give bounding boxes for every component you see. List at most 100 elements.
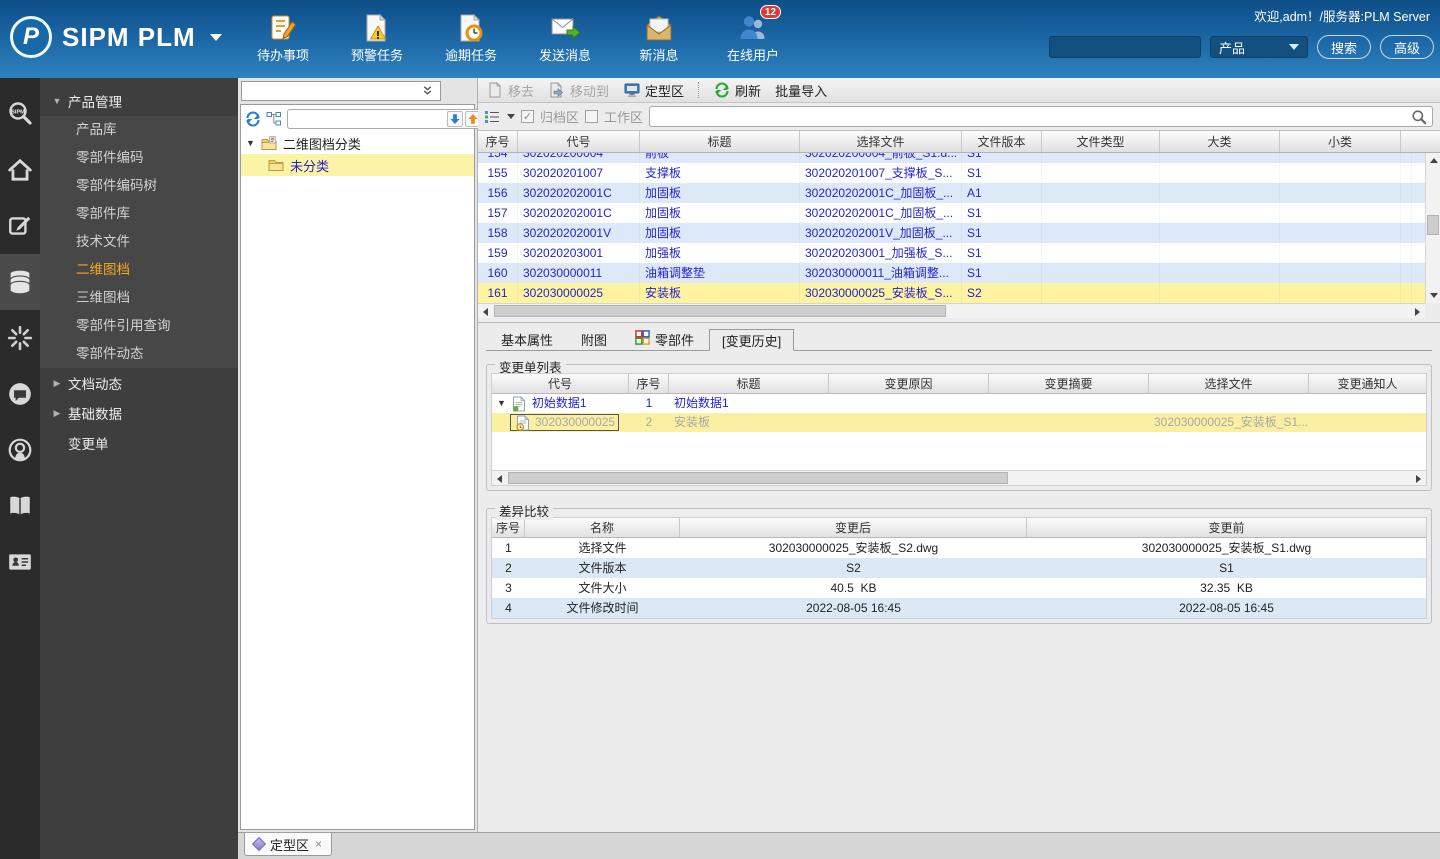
tree-node-root[interactable]: ▼ 二维图档分类 [241, 132, 474, 154]
advanced-search-button[interactable]: 高级 [1379, 35, 1434, 59]
sipm-search-icon[interactable]: SIPM [0, 86, 40, 142]
diff-row-4[interactable]: 4 文件修改时间 2022-08-05 16:45 2022-08-05 16:45 [492, 598, 1426, 618]
change-col-变更通知人[interactable]: 变更通知人 [1309, 374, 1426, 393]
sidebar-item-三维图档[interactable]: 三维图档 [40, 284, 238, 312]
tree-refresh-icon[interactable] [245, 110, 261, 128]
header-tool-alert-task[interactable]: 预警任务 [337, 9, 417, 64]
sidebar-item-二维图档[interactable]: 二维图档 [40, 256, 238, 284]
horizontal-scroll-thumb[interactable] [494, 305, 946, 317]
change-scroll-left-button[interactable] [492, 471, 507, 486]
change-col-选择文件[interactable]: 选择文件 [1149, 374, 1309, 393]
file-col-标题[interactable]: 标题 [640, 131, 800, 152]
finalized-zone-tab[interactable]: 定型区 × [244, 833, 333, 856]
move-to-button[interactable]: 移动到 [548, 81, 609, 100]
diff-col-变更前[interactable]: 变更前 [1027, 518, 1426, 537]
global-search-input[interactable] [1048, 36, 1201, 58]
header-tool-overdue-task[interactable]: 逾期任务 [431, 9, 511, 64]
file-row-159[interactable]: 159 302020203001 加强板 302020203001_加强板_S... S… [478, 243, 1425, 263]
home-icon[interactable] [0, 142, 40, 198]
diff-row-2[interactable]: 2 文件版本 S2 S1 [492, 558, 1426, 578]
scroll-left-button[interactable] [478, 304, 493, 319]
chat-icon[interactable] [0, 366, 40, 422]
tree-structure-icon[interactable] [266, 110, 282, 128]
change-scroll-thumb[interactable] [508, 472, 1008, 484]
refresh-button[interactable]: 刷新 [713, 81, 761, 100]
diff-row-1[interactable]: 1 选择文件 302030000025_安装板_S2.dwg 302030000025… [492, 538, 1426, 558]
sidebar-item-技术文件[interactable]: 技术文件 [40, 228, 238, 256]
header-tool-send-message[interactable]: 发送消息 [525, 9, 605, 64]
file-row-154[interactable]: 154 302020200004 前板 302020200004_前板_S1.d...… [478, 153, 1425, 163]
file-row-161[interactable]: 161 302030000025 安装板 302030000025_安装板_S... S… [478, 283, 1425, 303]
tree-combo-select[interactable] [241, 80, 441, 101]
compose-icon[interactable] [0, 198, 40, 254]
book-icon[interactable] [0, 478, 40, 534]
contact-icon[interactable] [0, 422, 40, 478]
header-tool-new-message[interactable]: 新消息 [619, 9, 699, 64]
change-col-变更摘要[interactable]: 变更摘要 [989, 374, 1149, 393]
horizontal-scrollbar[interactable] [478, 303, 1425, 318]
header-tool-todo[interactable]: 待办事项 [243, 9, 323, 64]
scroll-up-button[interactable] [1426, 153, 1440, 168]
change-col-标题[interactable]: 标题 [669, 374, 829, 393]
file-col-文件版本[interactable]: 文件版本 [962, 131, 1042, 152]
sidebar-item-零部件编码树[interactable]: 零部件编码树 [40, 172, 238, 200]
logo-area[interactable]: P SIPM PLM [10, 16, 222, 58]
file-row-155[interactable]: 155 302020201007 支撑板 302020201007_支撑板_S... S… [478, 163, 1425, 183]
tab-附图[interactable]: 附图 [568, 328, 620, 350]
sidebar-item-零部件引用查询[interactable]: 零部件引用查询 [40, 312, 238, 340]
file-col-选择文件[interactable]: 选择文件 [800, 131, 962, 152]
focused-cell[interactable]: 302030000025 [510, 414, 620, 431]
idcard-icon[interactable] [0, 534, 40, 590]
remove-button[interactable]: 移去 [486, 81, 534, 100]
search-down-icon[interactable] [447, 110, 463, 127]
menu-group-文档动态[interactable]: ▶ 文档动态 [40, 368, 238, 398]
app-menu-caret-icon[interactable] [209, 33, 222, 41]
menu-group-变更单[interactable]: 变更单 [40, 428, 238, 458]
file-col-大类[interactable]: 大类 [1160, 131, 1280, 152]
file-col-文件类型[interactable]: 文件类型 [1042, 131, 1160, 152]
list-view-caret-icon[interactable] [507, 114, 515, 119]
vertical-scrollbar[interactable] [1425, 153, 1440, 303]
change-list-hscrollbar[interactable] [492, 470, 1426, 485]
change-scroll-right-button[interactable] [1411, 471, 1426, 486]
file-filter-input[interactable] [654, 109, 1410, 124]
tab-零部件[interactable]: 零部件 [622, 328, 707, 350]
archived-checkbox[interactable]: ✓ [521, 110, 534, 123]
diff-col-序号[interactable]: 序号 [492, 518, 525, 537]
close-icon[interactable]: × [315, 837, 322, 851]
diff-row-3[interactable]: 3 文件大小 40.5 KB 32.35 KB [492, 578, 1426, 598]
change-row-2[interactable]: 302030000025 2 安装板 302030000025_安装板_S1... [492, 413, 1426, 432]
file-row-160[interactable]: 160 302030000011 油箱调整垫 302030000011_油箱调整...… [478, 263, 1425, 283]
tab-变更历史[interactable]: [变更历史] [709, 329, 795, 351]
sidebar-item-产品库[interactable]: 产品库 [40, 116, 238, 144]
scroll-down-button[interactable] [1426, 288, 1440, 303]
search-button[interactable]: 搜索 [1316, 35, 1371, 59]
change-col-代号[interactable]: 代号 [492, 374, 629, 393]
tab-基本属性[interactable]: 基本属性 [488, 328, 566, 350]
file-col-小类[interactable]: 小类 [1280, 131, 1401, 152]
vertical-scroll-thumb[interactable] [1427, 215, 1439, 235]
file-row-157[interactable]: 157 302020202001C 加固板 302020202001C_加固板_...… [478, 203, 1425, 223]
change-col-变更原因[interactable]: 变更原因 [829, 374, 989, 393]
workspace-checkbox[interactable] [585, 110, 599, 123]
sidebar-item-零部件动态[interactable]: 零部件动态 [40, 340, 238, 368]
tree-search-input[interactable] [290, 111, 445, 126]
sidebar-item-零部件库[interactable]: 零部件库 [40, 200, 238, 228]
spinner-icon[interactable] [0, 310, 40, 366]
tree-expand-caret-icon[interactable]: ▼ [246, 138, 255, 148]
search-icon[interactable] [1410, 108, 1428, 126]
file-row-158[interactable]: 158 302020202001V 加固板 302020202001V_加固板_...… [478, 223, 1425, 243]
tree-node-unclassified[interactable]: 未分类 [241, 154, 474, 176]
list-view-icon[interactable] [483, 108, 501, 126]
menu-group-产品管理[interactable]: ▼ 产品管理 [40, 86, 238, 116]
scroll-right-button[interactable] [1410, 304, 1425, 319]
file-col-代号[interactable]: 代号 [518, 131, 640, 152]
finalized-zone-button[interactable]: 定型区 [623, 81, 684, 100]
change-col-序号[interactable]: 序号 [629, 374, 669, 393]
sidebar-item-零部件编码[interactable]: 零部件编码 [40, 144, 238, 172]
header-tool-online-users[interactable]: 12 在线用户 [713, 5, 793, 64]
diff-col-变更后[interactable]: 变更后 [680, 518, 1027, 537]
change-row-1[interactable]: ▼ 初始数据1 1 初始数据1 [492, 394, 1426, 413]
batch-import-button[interactable]: 批量导入 [775, 81, 827, 100]
tree-expand-caret-icon[interactable]: ▼ [497, 394, 506, 413]
